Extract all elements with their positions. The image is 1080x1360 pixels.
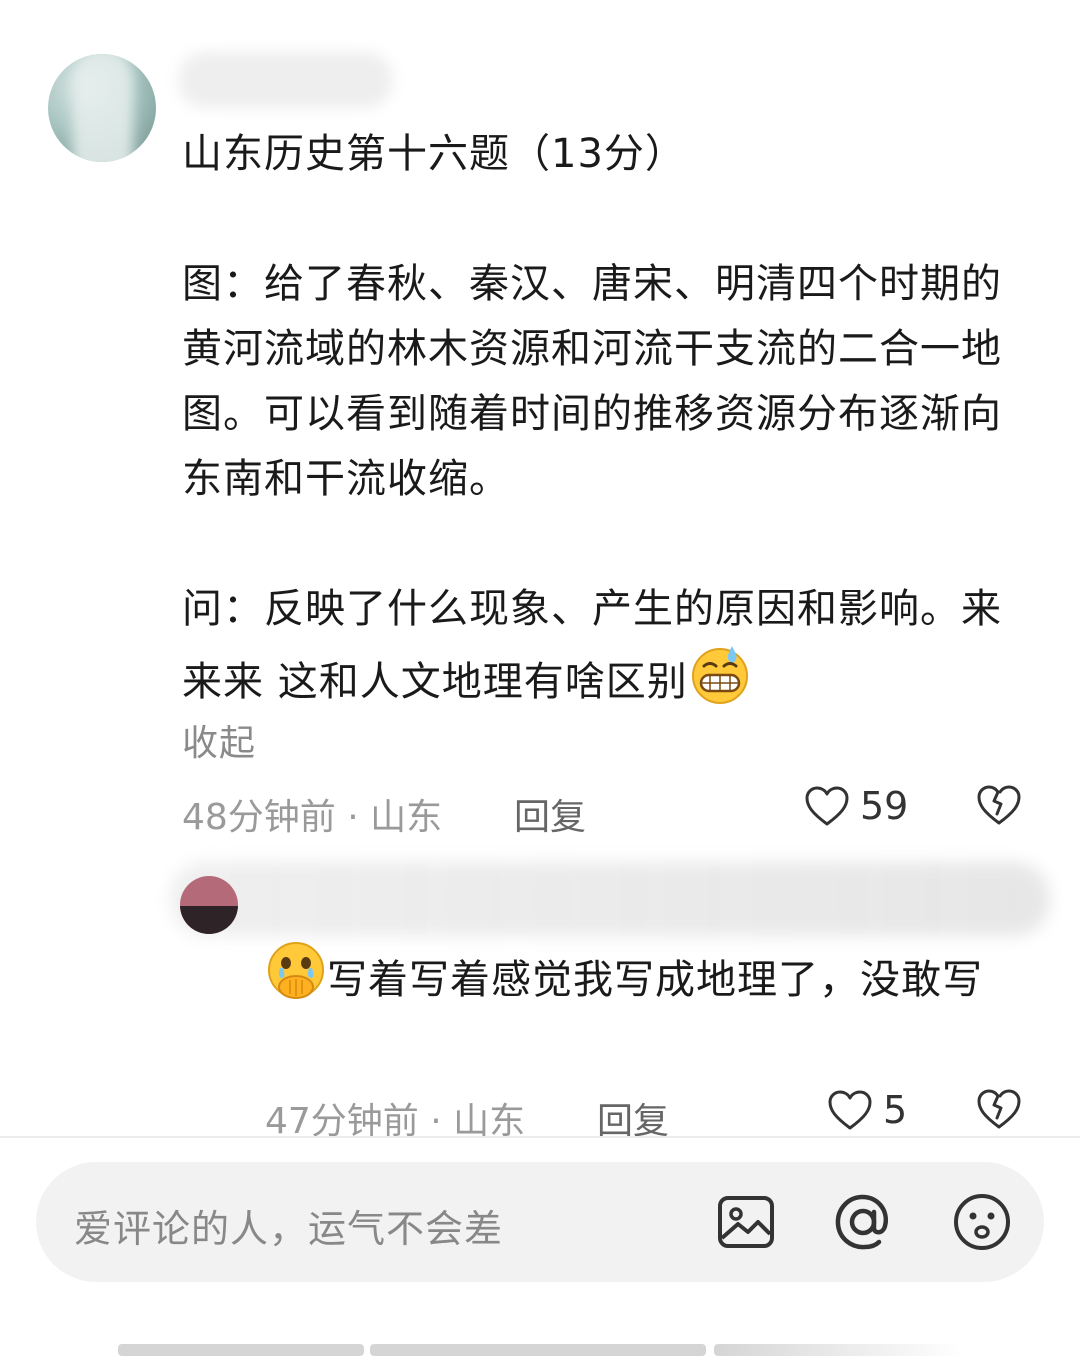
heart-icon xyxy=(828,1090,872,1130)
reply-username-redacted xyxy=(170,862,1050,936)
reply-avatar[interactable] xyxy=(180,876,238,934)
like-button[interactable]: 59 xyxy=(804,784,908,828)
at-icon[interactable] xyxy=(831,1190,895,1254)
comment-input-bar[interactable]: 爱评论的人，运气不会差 xyxy=(36,1162,1044,1282)
like-button[interactable]: 5 xyxy=(827,1088,907,1132)
heart-icon xyxy=(805,786,849,826)
comment-page: 山东历史第十六题（13分） 图：给了春秋、秦汉、唐宋、明清四个时期的黄河流域的林… xyxy=(0,0,1080,1360)
grinning-sweat-emoji xyxy=(688,642,752,726)
comment-paragraph: 图：给了春秋、秦汉、唐宋、明清四个时期的黄河流域的林木资源和河流干支流的二合一地… xyxy=(182,261,1002,502)
broken-heart-icon xyxy=(977,1089,1021,1129)
emoji-icon[interactable] xyxy=(950,1190,1014,1254)
reply-meta: 47分钟前 · 山东 回复 5 xyxy=(265,1088,1042,1142)
collapse-button[interactable]: 收起 xyxy=(182,714,256,766)
comment-input-placeholder[interactable]: 爱评论的人，运气不会差 xyxy=(74,1198,503,1253)
like-count: 59 xyxy=(860,784,909,828)
crying-hands-over-mouth-emoji xyxy=(265,940,327,1024)
comment-paragraph: 问：反映了什么现象、产生的原因和影响。来来来 这和人文地理有啥区别 xyxy=(182,577,1042,726)
comment-paragraph: 山东历史第十六题（13分） xyxy=(182,131,686,177)
comment-meta: 48分钟前 · 山东 回复 59 xyxy=(182,784,1042,840)
avatar[interactable] xyxy=(48,54,156,162)
comment-time-location: 48分钟前 · 山东 xyxy=(182,797,443,838)
username-redacted xyxy=(178,52,393,108)
comment-body: 山东历史第十六题（13分） 图：给了春秋、秦汉、唐宋、明清四个时期的黄河流域的林… xyxy=(182,122,1042,726)
divider xyxy=(0,1136,1080,1138)
home-indicator xyxy=(118,1344,964,1358)
like-count: 5 xyxy=(883,1088,908,1132)
dislike-button[interactable] xyxy=(976,782,1022,837)
reply-body: 写着写着感觉我写成地理了，没敢写 xyxy=(265,940,1035,1024)
comment-paragraph-text: 问：反映了什么现象、产生的原因和影响。来来来 这和人文地理有啥区别 xyxy=(182,586,1002,705)
image-icon[interactable] xyxy=(714,1190,778,1254)
dislike-button[interactable] xyxy=(976,1086,1022,1141)
reply-button[interactable]: 回复 xyxy=(514,788,586,840)
broken-heart-icon xyxy=(977,785,1021,825)
reply-text: 写着写着感觉我写成地理了，没敢写 xyxy=(327,957,983,1003)
